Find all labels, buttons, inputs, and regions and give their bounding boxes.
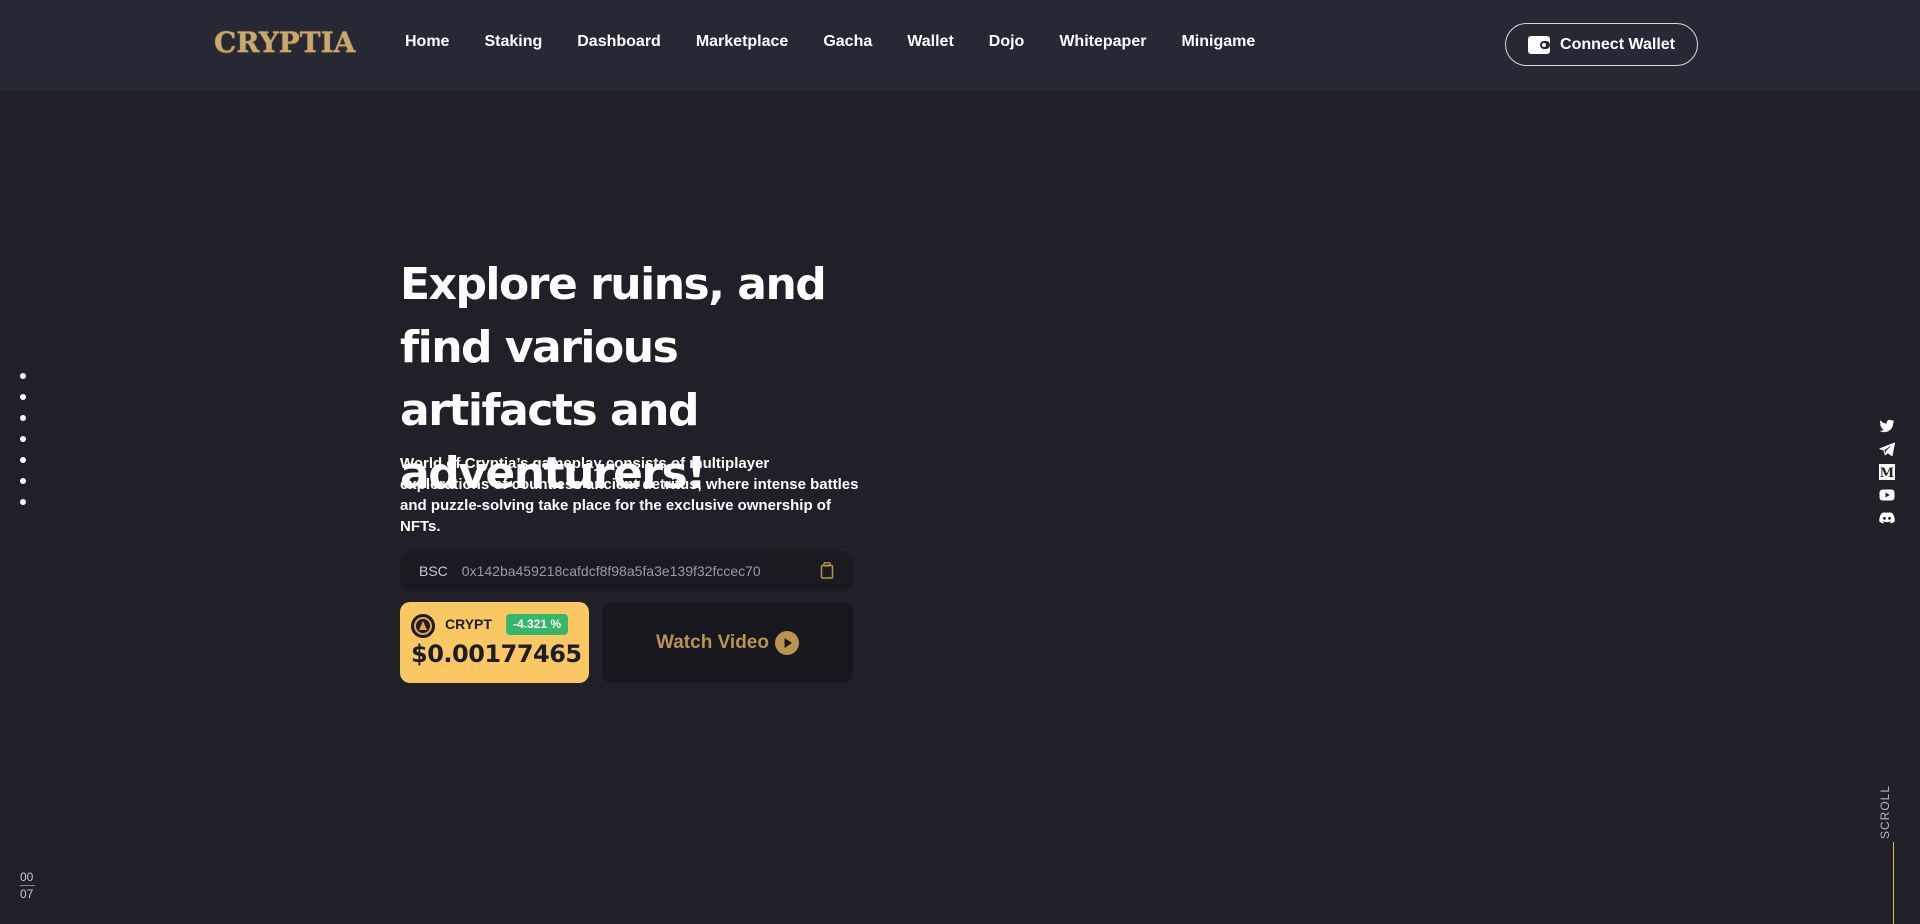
svg-text:M: M — [1880, 466, 1894, 480]
nav-whitepaper[interactable]: Whitepaper — [1059, 33, 1146, 51]
cryptia-logo[interactable]: CRYPTIA — [214, 26, 355, 59]
nav-marketplace[interactable]: Marketplace — [696, 33, 789, 51]
nav-dashboard[interactable]: Dashboard — [577, 33, 661, 51]
wallet-icon — [1528, 35, 1551, 54]
nav-wallet[interactable]: Wallet — [907, 33, 954, 51]
watch-video-label: Watch Video — [656, 631, 769, 653]
play-icon — [774, 630, 799, 655]
copy-icon[interactable] — [820, 562, 834, 579]
nav-minigame[interactable]: Minigame — [1181, 33, 1255, 51]
medium-icon[interactable]: M — [1879, 464, 1895, 480]
token-price: $0.00177465 — [411, 640, 582, 668]
contract-chain: BSC — [419, 563, 448, 579]
section-current: 00 — [20, 870, 35, 886]
section-dot[interactable] — [20, 499, 26, 505]
token-symbol: CRYPT — [445, 616, 492, 632]
section-counter: 00 07 — [20, 869, 35, 902]
nav-home[interactable]: Home — [405, 33, 449, 51]
telegram-icon[interactable] — [1879, 441, 1895, 457]
nav-staking[interactable]: Staking — [484, 33, 542, 51]
hero-description: World of Cryptia’s gameplay consists of … — [400, 455, 859, 535]
section-dots — [20, 373, 26, 520]
price-change-badge: -4.321 % — [506, 614, 569, 635]
section-total: 07 — [20, 887, 34, 901]
contract-address-box: BSC 0x142ba459218cafdcf8f98a5fa3e139f32f… — [400, 551, 853, 591]
connect-wallet-label: Connect Wallet — [1560, 35, 1675, 53]
discord-icon[interactable] — [1879, 510, 1895, 526]
section-dot[interactable] — [20, 415, 26, 421]
scroll-indicator-label: SCROLL — [1878, 784, 1892, 839]
twitter-icon[interactable] — [1879, 418, 1895, 434]
nav-gacha[interactable]: Gacha — [823, 33, 872, 51]
section-dot[interactable] — [20, 457, 26, 463]
main-nav: Home Staking Dashboard Marketplace Gacha… — [405, 33, 1290, 51]
watch-video-button[interactable]: Watch Video — [602, 602, 853, 683]
section-dot[interactable] — [20, 478, 26, 484]
section-dot[interactable] — [20, 436, 26, 442]
token-price-card: CRYPT -4.321 % $0.00177465 — [400, 602, 589, 683]
contract-address[interactable]: 0x142ba459218cafdcf8f98a5fa3e139f32fccec… — [462, 563, 761, 579]
crypt-token-icon — [411, 614, 435, 638]
scroll-indicator-line — [1893, 842, 1894, 924]
nav-dojo[interactable]: Dojo — [989, 33, 1025, 51]
connect-wallet-button[interactable]: Connect Wallet — [1505, 23, 1698, 66]
youtube-icon[interactable] — [1879, 487, 1895, 503]
social-links: M — [1879, 418, 1895, 533]
section-dot[interactable] — [20, 373, 26, 379]
site-header: CRYPTIA Home Staking Dashboard Marketpla… — [0, 0, 1920, 90]
section-dot[interactable] — [20, 394, 26, 400]
